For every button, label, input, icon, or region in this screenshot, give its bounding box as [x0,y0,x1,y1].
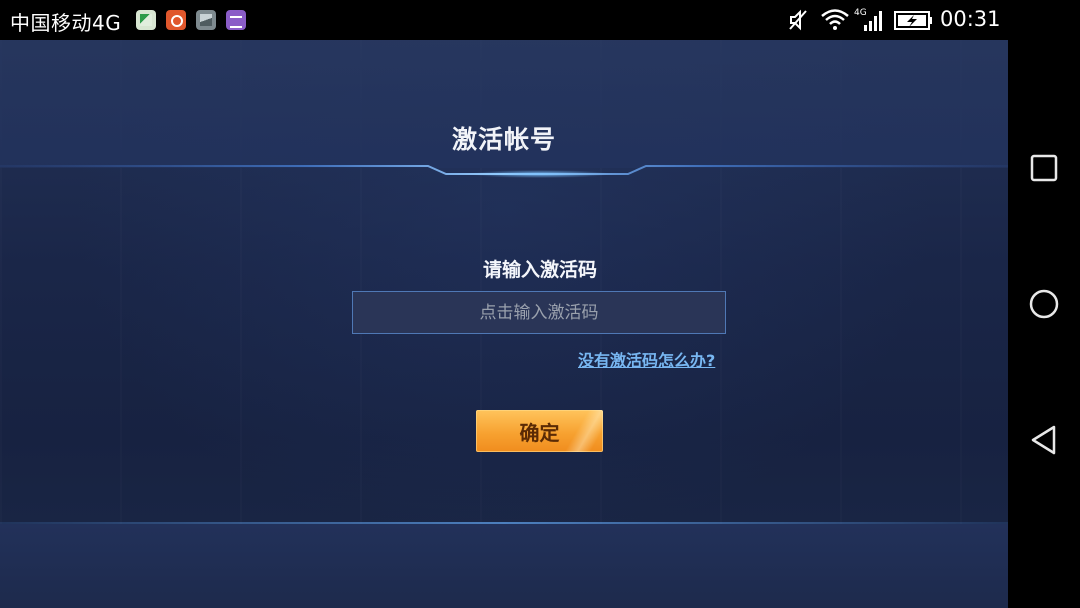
activation-screen: 激活帐号 请输入激活码 没有激活码怎么办? 确定 [0,40,1008,608]
mute-icon [788,9,808,35]
clock: 00:31 [940,7,1001,31]
header-divider [0,165,1008,178]
footer-area [0,524,1008,608]
status-bar: 中国移动4G 4G 00:31 [0,0,1080,40]
app-notification-icon [226,10,246,30]
button-shine [563,410,603,452]
gallery-notification-icon [196,10,216,30]
battery-charging-icon [894,10,934,36]
dialog-title: 激活帐号 [451,125,556,154]
signal-icon: 4G [854,7,884,37]
wifi-icon [820,7,850,35]
confirm-button-label: 确定 [519,420,560,445]
home-icon[interactable] [1028,288,1060,320]
activation-code-label: 请输入激活码 [482,259,597,281]
navigation-bar [1008,40,1080,608]
app-notification-icon [136,10,156,30]
carrier-label: 中国移动4G [10,11,122,35]
network-badge: 4G [854,8,867,18]
no-code-help-link[interactable]: 没有激活码怎么办? [578,347,715,371]
app-notification-icon [166,10,186,30]
back-icon[interactable] [1028,424,1060,456]
activation-code-input[interactable] [352,291,726,334]
recents-icon[interactable] [1028,152,1060,184]
confirm-button[interactable]: 确定 [476,410,603,452]
